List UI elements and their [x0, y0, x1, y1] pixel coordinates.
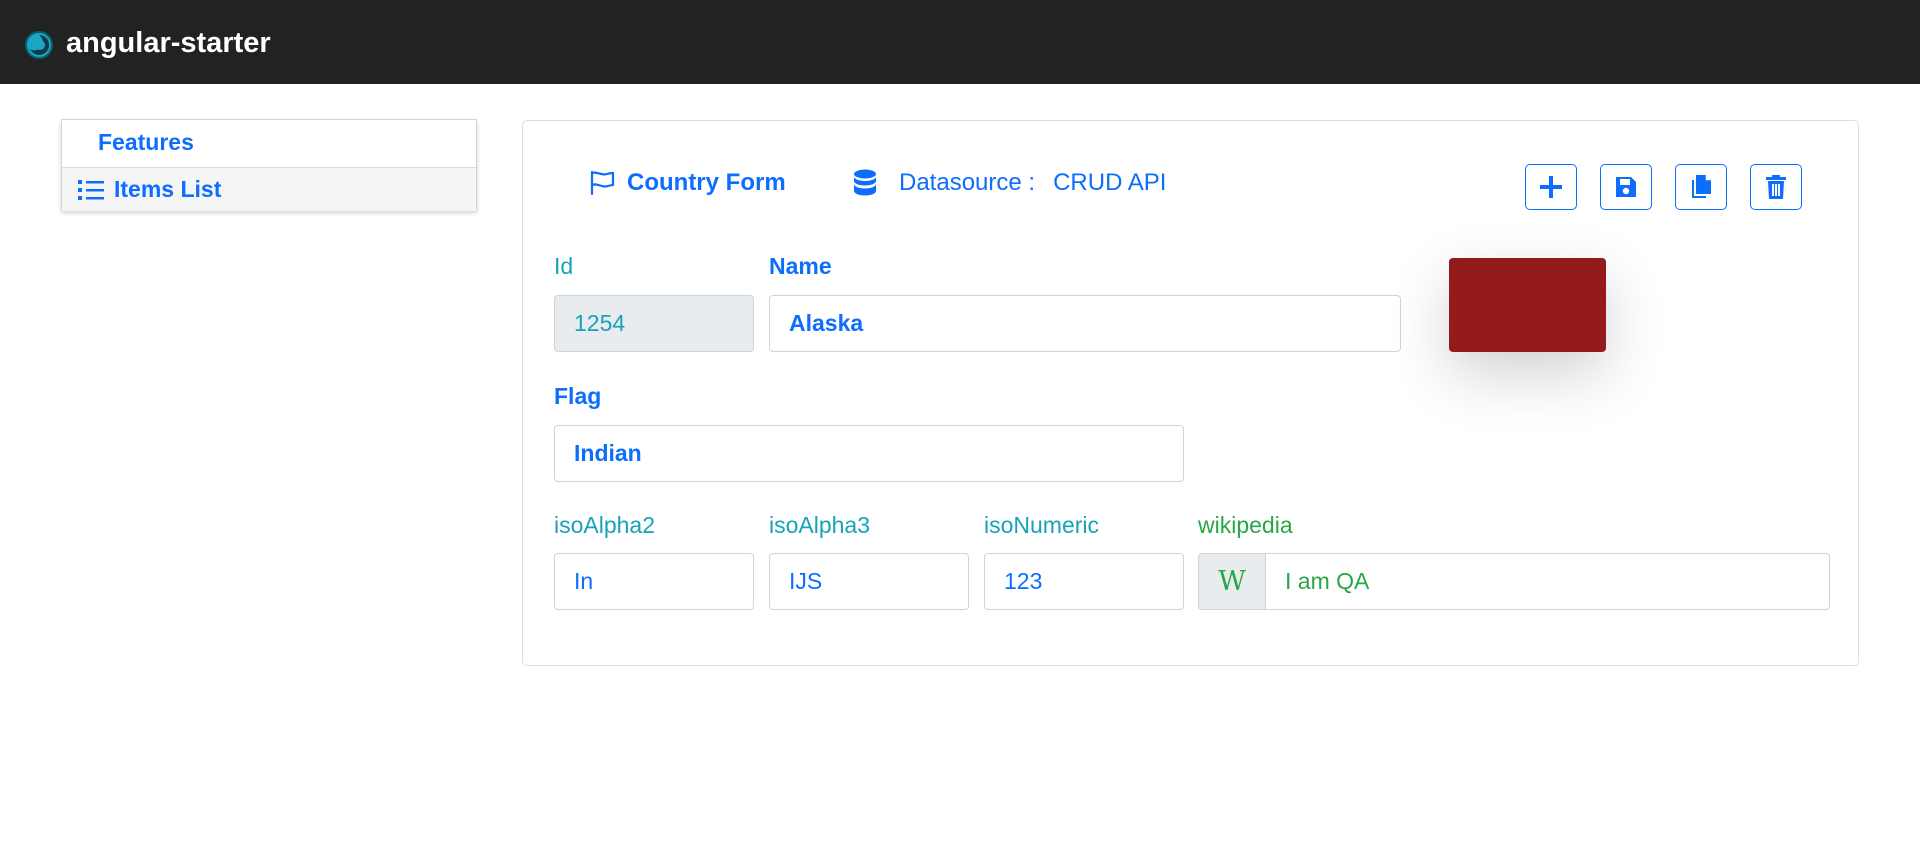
iso-alpha2-field[interactable]	[554, 553, 754, 610]
name-label: Name	[769, 253, 832, 279]
top-navbar: angular-starter	[0, 0, 1920, 84]
wikipedia-field[interactable]	[1266, 553, 1830, 610]
flag-field[interactable]	[554, 425, 1184, 482]
wikipedia-label: wikipedia	[1198, 512, 1293, 538]
form-title-text: Country Form	[627, 169, 786, 196]
datasource-value: CRUD API	[1053, 169, 1167, 196]
floppy-disk-icon	[1616, 177, 1636, 197]
id-label: Id	[554, 253, 574, 279]
flag-icon	[590, 170, 615, 196]
iso-alpha2-label: isoAlpha2	[554, 512, 656, 538]
flag-preview	[1449, 258, 1606, 352]
wikipedia-input-group: W	[1198, 553, 1830, 610]
iso-numeric-field[interactable]	[984, 553, 1184, 610]
form-title: Country Form	[589, 169, 786, 197]
add-button[interactable]	[1525, 164, 1577, 210]
iso-numeric-label: isoNumeric	[984, 512, 1100, 538]
sidebar-item-items-list[interactable]: Items List	[62, 168, 476, 211]
copy-button[interactable]	[1675, 164, 1727, 210]
brand-logo-icon[interactable]	[24, 30, 54, 60]
list-icon	[78, 179, 104, 200]
iso-alpha3-label: isoAlpha3	[769, 512, 871, 538]
delete-button[interactable]	[1750, 164, 1802, 210]
sidebar-item-label: Items List	[114, 176, 222, 202]
sidebar: Features Items List	[61, 119, 477, 211]
datasource-label: Datasource :	[899, 169, 1036, 196]
database-icon	[854, 169, 876, 196]
name-field[interactable]	[769, 295, 1401, 352]
country-form-card: Country Form Datasource : CRUD API Id 12…	[522, 120, 1859, 666]
iso-alpha3-field[interactable]	[769, 553, 969, 610]
id-field[interactable]	[554, 295, 754, 352]
sidebar-header: Features	[62, 120, 476, 168]
datasource-info: Datasource : CRUD API	[853, 169, 1166, 197]
plus-icon	[1540, 176, 1562, 198]
wikipedia-icon: W	[1198, 553, 1266, 610]
copy-icon	[1692, 175, 1711, 198]
trash-icon	[1766, 175, 1786, 199]
flag-label: Flag	[554, 383, 602, 409]
save-button[interactable]	[1600, 164, 1652, 210]
app-title[interactable]: angular-starter	[66, 24, 271, 62]
